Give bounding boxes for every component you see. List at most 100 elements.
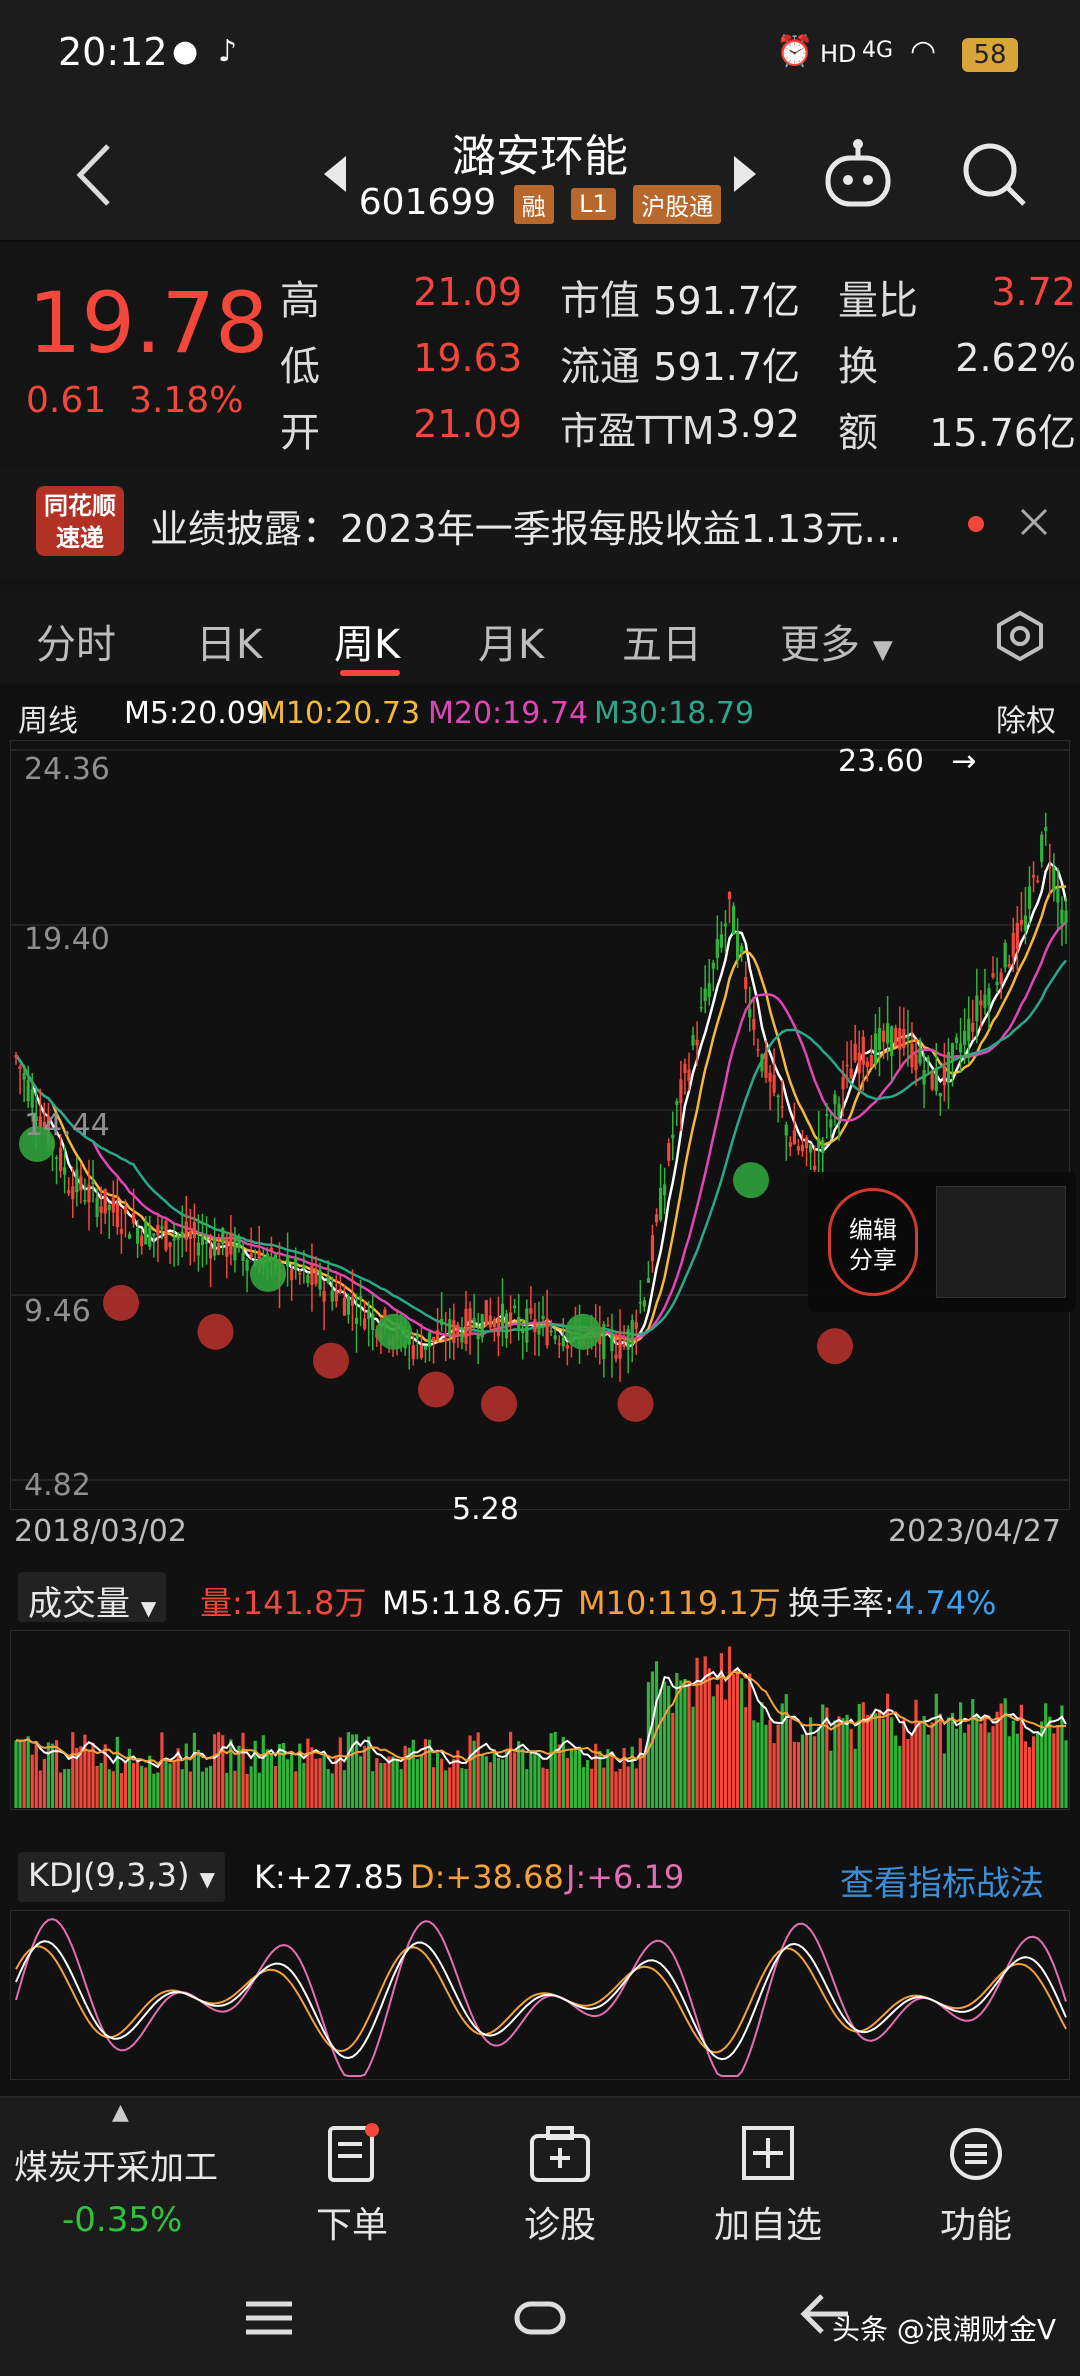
- volume-bar: [427, 1739, 432, 1808]
- candle-body: [752, 1018, 756, 1030]
- volume-chart[interactable]: [10, 1630, 1070, 1810]
- candle-body: [63, 1167, 67, 1175]
- volume-bar: [958, 1702, 963, 1808]
- recents-icon[interactable]: [244, 2298, 294, 2338]
- tab-intraday[interactable]: 分时: [36, 612, 116, 670]
- candle-body: [140, 1235, 144, 1247]
- share-label: 分享: [849, 1246, 897, 1274]
- close-icon[interactable]: [1018, 506, 1050, 538]
- candle-body: [821, 1139, 825, 1153]
- diagnose-button[interactable]: 诊股: [490, 2122, 630, 2248]
- home-icon[interactable]: [514, 2298, 566, 2338]
- candle-body: [890, 1026, 894, 1056]
- tab-weekly-k[interactable]: 周K: [334, 612, 400, 670]
- expand-up-icon[interactable]: ▲: [112, 2100, 129, 2125]
- wifi-icon: ◠: [910, 34, 937, 69]
- volume-bar: [168, 1763, 172, 1808]
- kline-chart[interactable]: [10, 740, 1070, 1510]
- turnover-value: 2.62%: [955, 336, 1076, 380]
- volume-bar: [131, 1762, 136, 1808]
- volume-bar: [634, 1768, 638, 1808]
- volume-bar: [772, 1743, 776, 1808]
- candle-body: [894, 1027, 898, 1047]
- candle-body: [667, 1143, 671, 1161]
- candle-body: [723, 923, 728, 927]
- volume-bar: [764, 1724, 768, 1808]
- kdj-chart[interactable]: [10, 1910, 1070, 2080]
- volume-bar: [375, 1758, 379, 1808]
- volume-bar: [302, 1762, 306, 1808]
- volume-bar: [918, 1720, 922, 1808]
- high-label: 高: [280, 278, 320, 324]
- volume-bar: [241, 1732, 245, 1808]
- candle-body: [780, 1106, 784, 1108]
- chevron-down-icon: ▼: [140, 1596, 157, 1620]
- volume-bar: [119, 1773, 124, 1808]
- candle-body: [796, 1146, 801, 1151]
- volume-bar: [577, 1746, 582, 1808]
- add-watchlist-button[interactable]: 加自选: [698, 2122, 838, 2248]
- news-headline[interactable]: 业绩披露：2023年一季报每股收益1.13元…: [150, 498, 901, 553]
- volume-bar: [192, 1732, 196, 1808]
- volume-bar: [841, 1718, 845, 1808]
- volume-bar: [821, 1704, 825, 1808]
- candle-body: [756, 1049, 760, 1051]
- candle-body: [525, 1308, 529, 1343]
- ex-rights-toggle[interactable]: 除权: [996, 696, 1056, 740]
- candle-body: [484, 1300, 488, 1326]
- volume-bar: [727, 1646, 732, 1808]
- kdj-indicator-select[interactable]: KDJ(9,3,3) ▼: [18, 1852, 226, 1902]
- volume-bar: [269, 1752, 274, 1808]
- order-button[interactable]: 下单: [282, 2122, 422, 2248]
- tab-five-day[interactable]: 五日: [622, 612, 702, 670]
- candle-body: [456, 1324, 460, 1335]
- volume-bar: [590, 1768, 594, 1808]
- candle-body: [431, 1337, 436, 1341]
- volume-bar: [877, 1710, 882, 1808]
- volume-bar: [160, 1732, 164, 1808]
- sector-name[interactable]: 煤炭开采加工: [14, 2140, 218, 2189]
- function-button[interactable]: 功能: [906, 2122, 1046, 2248]
- news-ticker[interactable]: 同花顺 速递 业绩披露：2023年一季报每股收益1.13元…: [0, 466, 1080, 578]
- candle-body: [423, 1345, 428, 1350]
- candle-body: [614, 1354, 618, 1359]
- volume-bar: [387, 1756, 391, 1808]
- volume-bar: [217, 1732, 221, 1808]
- volume-bar: [853, 1748, 857, 1808]
- volume-bar: [403, 1745, 407, 1808]
- candle-body: [995, 981, 999, 986]
- candle-body: [1015, 923, 1019, 950]
- settings-icon[interactable]: [994, 610, 1046, 662]
- signal-badge: [418, 1371, 454, 1408]
- indicator-strategy-link[interactable]: 查看指标战法: [840, 1856, 1044, 1905]
- share-overlay[interactable]: 编辑 分享: [808, 1172, 1076, 1312]
- candle-body: [221, 1227, 225, 1245]
- candle-body: [371, 1313, 375, 1330]
- volume-bar: [111, 1771, 115, 1808]
- candle-body: [731, 905, 736, 935]
- volume-bar: [610, 1751, 614, 1808]
- volume-bar: [34, 1740, 38, 1808]
- volume-bar: [837, 1716, 841, 1808]
- candle-body: [881, 1030, 886, 1042]
- volume-bar: [115, 1736, 119, 1808]
- volume-bar: [204, 1767, 209, 1808]
- tiktok-icon: ♪: [218, 34, 238, 69]
- tab-more[interactable]: 更多 ▼: [780, 612, 893, 670]
- tab-monthly-k[interactable]: 月K: [478, 612, 544, 670]
- candle-body: [918, 1048, 922, 1064]
- candle-body: [504, 1313, 509, 1339]
- robot-icon[interactable]: [820, 138, 896, 214]
- volume-m5: M5:118.6万: [382, 1584, 565, 1622]
- next-stock-icon[interactable]: [732, 154, 758, 194]
- edit-share-button[interactable]: 编辑 分享: [828, 1188, 918, 1296]
- volume-bar: [391, 1756, 395, 1808]
- y-label-5: 4.82: [24, 1468, 91, 1503]
- tab-daily-k[interactable]: 日K: [196, 612, 262, 670]
- search-icon[interactable]: [960, 140, 1030, 210]
- ma10-value: M10:20.73: [260, 696, 421, 731]
- volume-indicator-select[interactable]: 成交量 ▼: [18, 1572, 167, 1624]
- y-label-3: 14.44: [24, 1108, 110, 1143]
- edit-label: 编辑: [849, 1216, 897, 1244]
- candle-body: [464, 1308, 468, 1345]
